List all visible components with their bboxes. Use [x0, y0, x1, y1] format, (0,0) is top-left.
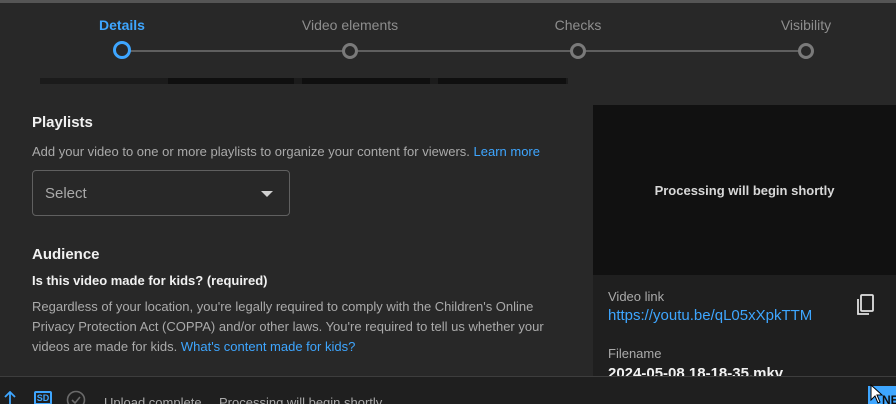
upload-stepper: Details Video elements Checks Visibility — [0, 0, 896, 70]
step-details-label[interactable]: Details — [99, 17, 145, 33]
learn-more-link[interactable]: Learn more — [474, 144, 540, 159]
playlists-select-value: Select — [45, 185, 87, 202]
check-circle-icon — [66, 390, 86, 404]
filename-value: 2024-05-08 18-18-35.mkv — [608, 365, 784, 376]
playlists-description: Add your video to one or more playlists … — [32, 142, 572, 162]
sd-badge-icon: SD — [34, 391, 52, 404]
bottom-status-bar: SD Upload complete Processing will begin… — [0, 376, 896, 404]
caret-down-icon — [261, 191, 273, 197]
mouse-cursor-icon — [870, 384, 884, 404]
stepper-track — [122, 50, 806, 52]
made-for-kids-link[interactable]: What's content made for kids? — [181, 339, 355, 354]
step-checks-dot[interactable] — [570, 43, 586, 59]
audience-title: Audience — [32, 246, 100, 263]
upload-arrow-icon — [4, 391, 16, 404]
video-preview: Processing will begin shortly — [593, 105, 896, 275]
video-info-panel: Video link https://youtu.be/qL05xXpkTTM … — [593, 275, 896, 376]
step-checks-label[interactable]: Checks — [555, 17, 602, 33]
preview-status: Processing will begin shortly — [654, 183, 835, 198]
made-for-kids-question: Is this video made for kids? (required) — [32, 273, 268, 288]
playlists-title: Playlists — [32, 114, 93, 131]
audience-description: Regardless of your location, you're lega… — [32, 297, 562, 357]
video-link-label: Video link — [608, 289, 665, 304]
video-link[interactable]: https://youtu.be/qL05xXpkTTM — [608, 307, 812, 324]
filename-label: Filename — [608, 346, 662, 361]
step-visibility-label[interactable]: Visibility — [781, 17, 831, 33]
copy-icon[interactable] — [855, 293, 875, 317]
playlists-select[interactable]: Select — [32, 170, 290, 216]
step-details-dot[interactable] — [113, 41, 131, 59]
playlists-description-text: Add your video to one or more playlists … — [32, 144, 470, 159]
step-video-elements-dot[interactable] — [342, 43, 358, 59]
step-video-elements-label[interactable]: Video elements — [302, 17, 398, 33]
step-visibility-dot[interactable] — [798, 43, 814, 59]
thumbnail-strip — [40, 78, 568, 84]
processing-status-text: Processing will begin shortly — [219, 395, 383, 404]
upload-status-text: Upload complete — [104, 395, 202, 404]
next-button-label: NEXT — [882, 393, 896, 404]
